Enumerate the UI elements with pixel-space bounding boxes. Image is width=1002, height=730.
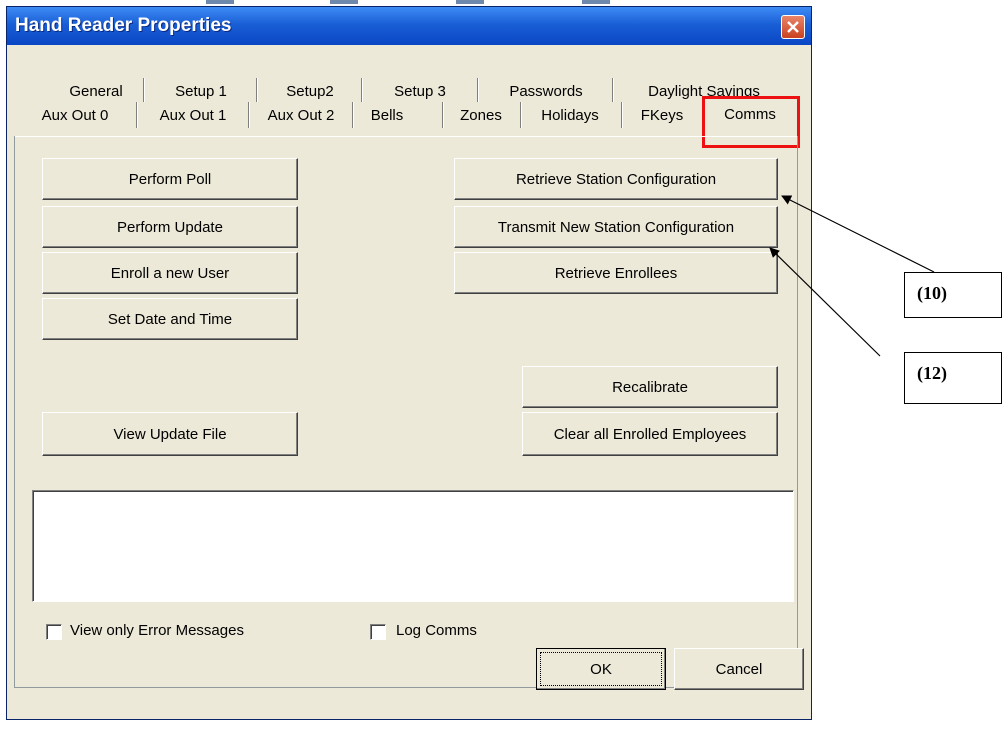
background-fragment [206,0,234,4]
tab-setup3[interactable]: Setup 3 [364,80,476,104]
callout-12: (12) [904,352,1002,404]
callout-10: (10) [904,272,1002,318]
retrieve-station-config-button[interactable]: Retrieve Station Configuration [454,158,778,200]
tab-bells[interactable]: Bells [355,104,419,128]
close-button[interactable] [781,15,805,39]
tab-holidays[interactable]: Holidays [522,104,618,128]
tab-zones[interactable]: Zones [444,104,518,128]
retrieve-enrollees-button[interactable]: Retrieve Enrollees [454,252,778,294]
tab-general[interactable]: General [48,80,144,104]
tab-separator [136,102,138,128]
recalibrate-button[interactable]: Recalibrate [522,366,778,408]
tab-separator [352,102,354,128]
set-date-time-button[interactable]: Set Date and Time [42,298,298,340]
background-fragment [582,0,610,4]
ok-button[interactable]: OK [536,648,666,690]
tab-aux-out-2[interactable]: Aux Out 2 [251,104,351,128]
transmit-station-config-button[interactable]: Transmit New Station Configuration [454,206,778,248]
view-only-errors-label[interactable]: View only Error Messages [70,622,244,639]
log-comms-checkbox[interactable] [370,624,386,640]
tab-passwords[interactable]: Passwords [480,80,612,104]
tab-separator [361,78,363,102]
cancel-button[interactable]: Cancel [674,648,804,690]
perform-poll-button[interactable]: Perform Poll [42,158,298,200]
tab-aux-out-0[interactable]: Aux Out 0 [14,104,136,128]
close-icon [787,21,799,33]
window-title: Hand Reader Properties [15,15,232,36]
background-fragment [456,0,484,4]
background-fragment [330,0,358,4]
tab-setup1[interactable]: Setup 1 [146,80,256,104]
tab-separator [477,78,479,102]
enroll-new-user-button[interactable]: Enroll a new User [42,252,298,294]
comms-log-box[interactable] [32,490,794,602]
tab-separator [248,102,250,128]
title-bar[interactable]: Hand Reader Properties [7,7,811,45]
tab-fkeys[interactable]: FKeys [624,104,700,128]
log-comms-label[interactable]: Log Comms [396,622,477,639]
tab-setup2[interactable]: Setup2 [258,80,362,104]
clear-enrolled-employees-button[interactable]: Clear all Enrolled Employees [522,412,778,456]
view-only-errors-checkbox[interactable] [46,624,62,640]
tab-separator [143,78,145,102]
tab-separator [621,102,623,128]
perform-update-button[interactable]: Perform Update [42,206,298,248]
tab-aux-out-1[interactable]: Aux Out 1 [139,104,247,128]
view-update-file-button[interactable]: View Update File [42,412,298,456]
